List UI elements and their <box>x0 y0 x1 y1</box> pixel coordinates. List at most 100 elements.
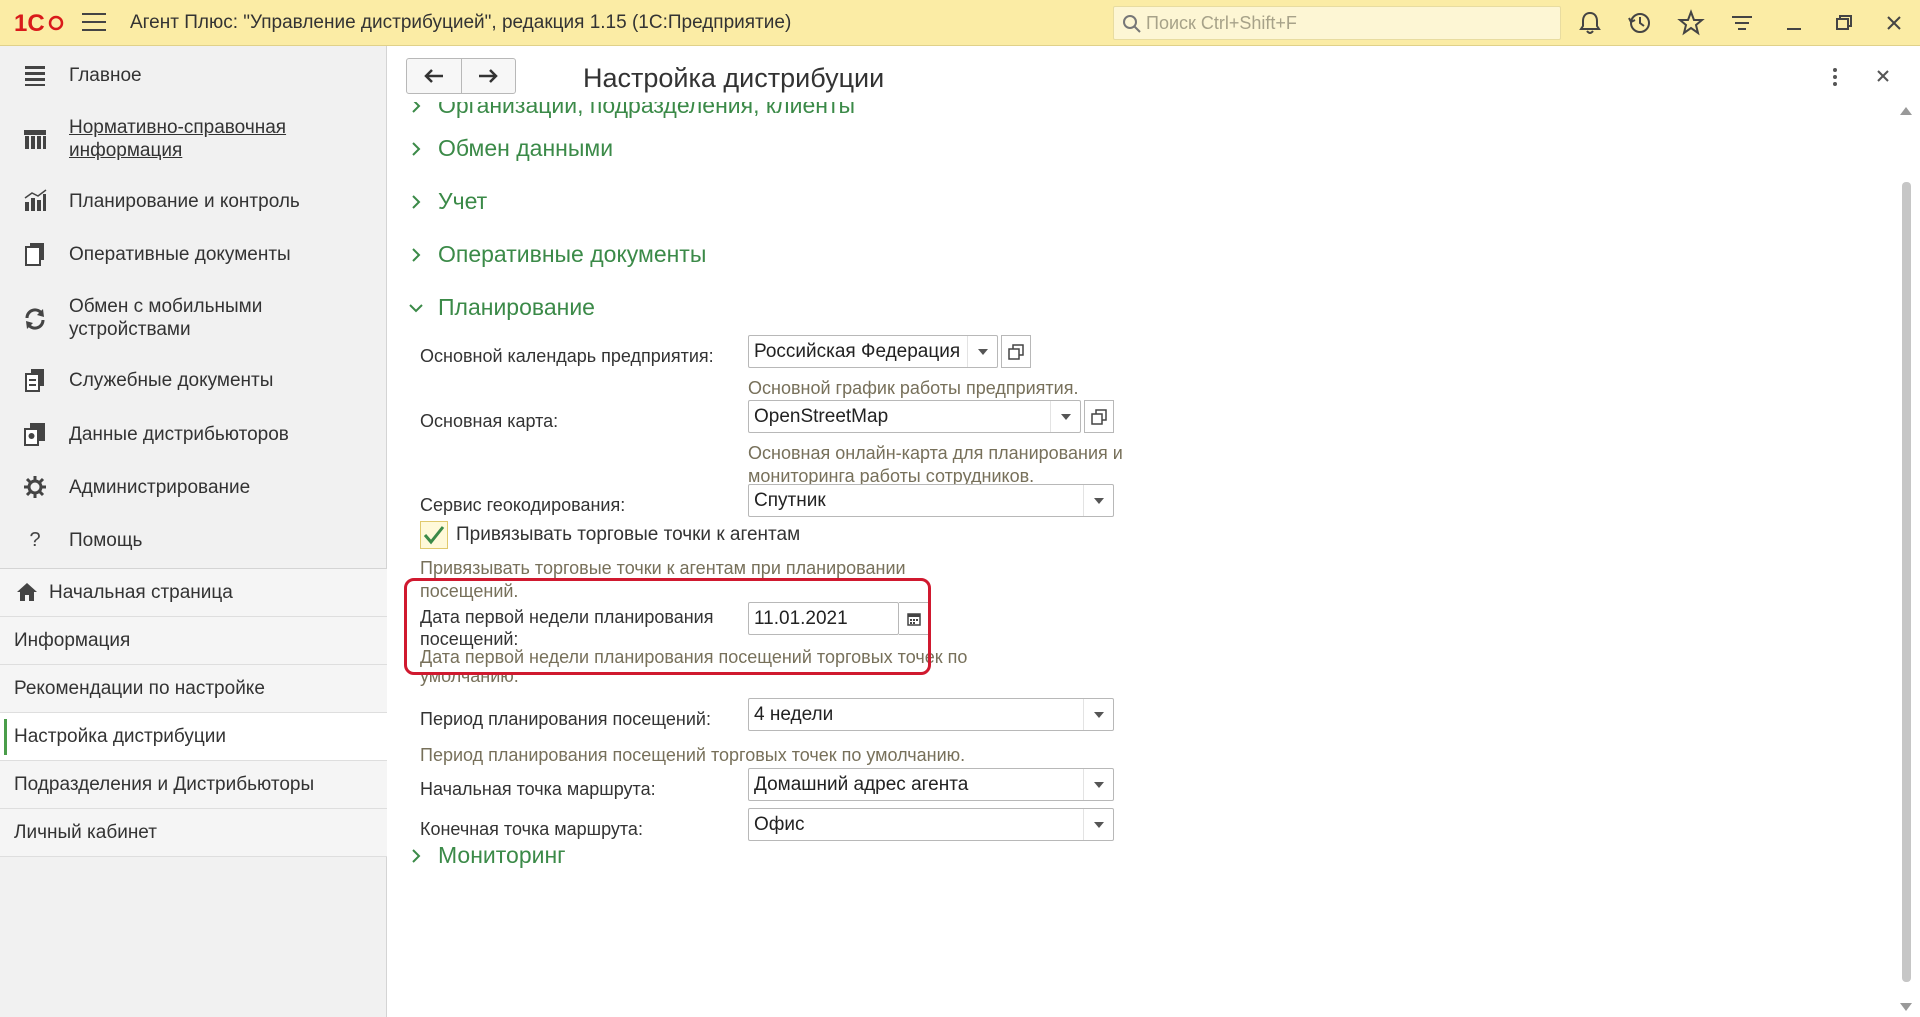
calendar-field[interactable]: Российская Федерация <box>748 335 998 368</box>
geo-field[interactable]: Спутник <box>748 484 1114 517</box>
nav-item-information[interactable]: Информация <box>0 617 387 665</box>
dropdown-button[interactable] <box>1083 699 1113 730</box>
calendar-hint: Основной график работы предприятия. <box>748 378 1079 398</box>
sidebar-item-administration[interactable]: Администрирование <box>0 472 387 502</box>
nav-item-label: Информация <box>14 630 131 651</box>
open-calendar-button[interactable] <box>1001 335 1031 368</box>
star-icon[interactable] <box>1677 9 1705 37</box>
app-title: Агент Плюс: "Управление дистрибуцией", р… <box>130 12 792 33</box>
sidebar-item-help[interactable]: ? Помощь <box>0 525 387 555</box>
open-icon <box>1091 408 1107 425</box>
documents-icon <box>25 243 44 266</box>
bind-outlets-checkbox[interactable] <box>420 521 448 549</box>
group-accounting[interactable]: Учет <box>406 188 487 215</box>
arrow-left-icon <box>423 69 443 83</box>
chevron-right-icon <box>412 194 421 209</box>
settings-list-icon[interactable] <box>1728 9 1756 37</box>
history-icon[interactable] <box>1626 9 1654 37</box>
chevron-down-icon <box>977 348 988 355</box>
svg-text:1С: 1С <box>14 10 45 37</box>
sidebar-item-label: Планирование и контроль <box>69 191 300 212</box>
1c-logo[interactable]: 1С <box>14 9 64 37</box>
dropdown-button[interactable] <box>1083 809 1113 840</box>
dropdown-button[interactable] <box>1083 485 1113 516</box>
map-field[interactable]: OpenStreetMap <box>748 400 1081 433</box>
group-organizations[interactable]: Организации, подразделения, клиенты <box>406 102 855 119</box>
group-monitoring[interactable]: Мониторинг <box>406 842 566 869</box>
nav-item-label: Личный кабинет <box>14 822 157 843</box>
route-start-field[interactable]: Домашний адрес агента <box>748 768 1114 801</box>
bell-icon[interactable] <box>1576 9 1604 37</box>
dropdown-button[interactable] <box>1083 769 1113 800</box>
bind-outlets-label[interactable]: Привязывать торговые точки к агентам <box>456 524 800 546</box>
nav-item-home[interactable]: Начальная страница <box>0 569 387 617</box>
history-nav-buttons <box>406 58 516 94</box>
scrollbar[interactable] <box>1896 102 1918 1017</box>
sidebar-item-label: Администрирование <box>69 477 251 498</box>
sidebar-item-service-docs[interactable]: Служебные документы <box>0 365 387 395</box>
sidebar-item-operative-docs[interactable]: Оперативные документы <box>0 239 387 269</box>
chevron-down-icon <box>1060 413 1071 420</box>
scroll-down-icon[interactable] <box>1900 1003 1912 1011</box>
group-label: Учет <box>438 188 488 214</box>
distributor-data-icon <box>24 423 45 446</box>
main-form: Настройка дистрибуции Организации, подра… <box>388 46 1920 1017</box>
chevron-right-icon <box>412 102 421 113</box>
period-hint: Период планирования посещений торговых т… <box>420 745 966 765</box>
chevron-right-icon <box>412 141 421 156</box>
route-start-label: Начальная точка маршрута: <box>420 779 656 799</box>
sidebar-item-main[interactable]: Главное <box>0 60 387 90</box>
geo-value: Спутник <box>754 490 826 511</box>
route-end-label: Конечная точка маршрута: <box>420 819 643 839</box>
nav-item-setup-recommendations[interactable]: Рекомендации по настройке <box>0 665 387 713</box>
map-hint-line-1: Основная онлайн-карта для планирования и <box>748 443 1123 463</box>
group-data-exchange[interactable]: Обмен данными <box>406 135 613 162</box>
books-icon <box>24 130 46 149</box>
dropdown-button[interactable] <box>1050 401 1080 432</box>
nav-item-divisions-distributors[interactable]: Подразделения и Дистрибьюторы <box>0 761 387 809</box>
nav-item-label: Подразделения и Дистрибьюторы <box>14 774 315 795</box>
period-field[interactable]: 4 недели <box>748 698 1114 731</box>
back-button[interactable] <box>407 59 462 93</box>
route-end-field[interactable]: Офис <box>748 808 1114 841</box>
search-icon <box>1123 15 1141 33</box>
restore-icon[interactable] <box>1830 9 1858 37</box>
geo-label: Сервис геокодирования: <box>420 495 626 515</box>
more-actions-icon[interactable] <box>1825 66 1845 88</box>
group-label: Планирование <box>438 294 595 320</box>
group-operative-docs[interactable]: Оперативные документы <box>406 241 706 268</box>
nav-item-personal-account[interactable]: Личный кабинет <box>0 809 387 857</box>
nav-item-distribution-settings[interactable]: Настройка дистрибуции <box>0 713 387 761</box>
dropdown-button[interactable] <box>967 336 997 367</box>
scroll-up-icon[interactable] <box>1900 107 1912 115</box>
nav-item-label: Начальная страница <box>49 582 233 603</box>
scroll-thumb[interactable] <box>1902 182 1911 982</box>
close-window-icon[interactable] <box>1880 9 1908 37</box>
group-label: Организации, подразделения, клиенты <box>438 102 856 118</box>
calendar-value: Российская Федерация <box>754 341 961 362</box>
group-label: Мониторинг <box>438 842 566 868</box>
search-box[interactable] <box>1113 6 1561 40</box>
search-input[interactable] <box>1146 10 1546 36</box>
forward-button[interactable] <box>462 59 516 93</box>
group-label: Оперативные документы <box>438 241 707 267</box>
main-menu-icon[interactable] <box>82 13 106 33</box>
bind-hint-line-1: Привязывать торговые точки к агентам при… <box>420 558 906 578</box>
sidebar-item-label: Помощь <box>69 530 143 551</box>
sidebar-item-distributor-data[interactable]: Данные дистрибьюторов <box>0 419 387 449</box>
map-label: Основная карта: <box>420 411 559 431</box>
route-start-value: Домашний адрес агента <box>754 774 969 795</box>
open-map-button[interactable] <box>1084 400 1114 433</box>
chevron-right-icon <box>412 247 421 262</box>
sidebar-item-planning[interactable]: Планирование и контроль <box>0 186 387 216</box>
open-icon <box>1008 343 1024 360</box>
chevron-down-icon <box>409 303 423 312</box>
sidebar-item-reference[interactable]: Нормативно-справочная информация <box>0 114 387 164</box>
close-form-icon[interactable] <box>1871 64 1895 88</box>
group-planning[interactable]: Планирование <box>406 294 595 321</box>
chevron-down-icon <box>1093 711 1104 718</box>
minimize-icon[interactable] <box>1780 9 1808 37</box>
checkmark-icon <box>423 526 445 545</box>
arrow-right-icon <box>479 69 499 83</box>
sidebar-item-mobile-exchange[interactable]: Обмен с мобильными устройствами <box>0 293 387 343</box>
